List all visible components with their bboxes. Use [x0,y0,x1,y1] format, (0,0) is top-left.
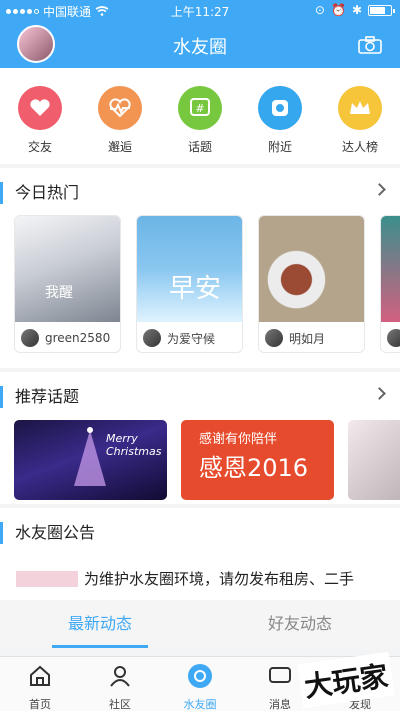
user-avatar [143,329,161,347]
category-label: 附近 [267,140,292,154]
nav-label: 首页 [29,698,51,711]
feed-tabs: 最新动态 好友动态 [0,600,400,650]
user-avatar [387,329,400,347]
hot-card-image: 早安 [137,216,242,322]
hot-card-partial[interactable] [380,215,400,353]
topic-card-subtext: 感谢有你陪伴 [199,432,278,447]
section-title-notice: 水友圈公告 [0,522,95,544]
hot-card-meta: 为爱守候 [137,322,242,352]
lock-rotation-icon: ⊙ [314,3,325,17]
hot-card[interactable]: 明如月 [258,215,365,353]
location-icon [258,86,302,130]
image-overlay-text: 我醒 [45,285,73,301]
pulse-heart-icon [98,86,142,130]
nav-home[interactable]: 首页 [0,657,80,711]
hot-card-meta: green2580 [15,322,120,352]
svg-text:#: # [195,102,204,115]
bluetooth-icon: ✱ [351,3,362,17]
notice-highlight [16,570,78,587]
chevron-right-icon[interactable] [373,183,386,196]
hot-card[interactable]: 我醒 green2580 [14,215,121,353]
nav-label: 水友圈 [183,698,217,711]
notice-text: 为维护水友圈环境，请勿发布租房、二手 [84,570,355,588]
category-label: 交友 [27,140,52,154]
top-bar: 中国联通 上午11:27 ⊙ ⏰ ✱ 水友圈 [0,0,400,68]
category-dating[interactable]: 交友 [8,86,72,164]
camera-icon[interactable] [358,36,382,54]
page-title: 水友圈 [173,37,227,58]
nav-community[interactable]: 社区 [80,657,160,711]
user-avatar [265,329,283,347]
battery-icon [368,4,395,16]
username: green2580 [45,331,111,345]
category-topics[interactable]: # 话题 [168,86,232,164]
topic-card-text: 感恩2016 [199,454,309,482]
section-title-topics: 推荐话题 [0,386,79,408]
heart-icon [18,86,62,130]
topic-card[interactable]: 感谢有你陪伴 感恩2016 [181,420,334,500]
category-label: 邂逅 [107,140,132,154]
topic-card[interactable]: Merry Christmas [14,420,167,500]
chevron-right-icon[interactable] [373,387,386,400]
hot-card-image [259,216,364,322]
hot-card-image: 我醒 [15,216,120,322]
message-icon [269,667,291,683]
category-ranking[interactable]: 达人榜 [328,86,392,164]
category-label: 话题 [187,140,212,154]
topic-card-list: Merry Christmas 感谢有你陪伴 感恩2016 [14,420,400,500]
tab-friends[interactable]: 好友动态 [200,600,400,650]
crown-icon [338,86,382,130]
hashtag-icon: # [178,86,222,130]
user-avatar [21,329,39,347]
hot-card-meta [381,322,400,352]
tab-latest[interactable]: 最新动态 [0,600,200,650]
hot-card[interactable]: 早安 为爱守候 [136,215,243,353]
nav-label: 社区 [109,698,131,711]
status-icons: ⊙ ⏰ ✱ [314,3,395,17]
category-nearby[interactable]: 附近 [248,86,312,164]
home-icon [30,665,50,686]
hot-card-image [381,216,400,322]
nav-circle[interactable]: 水友圈 [160,657,240,711]
category-encounter[interactable]: 邂逅 [88,86,152,164]
topic-card-partial[interactable] [348,420,400,500]
hot-card-list: 我醒 green2580 早安 为爱守候 明如月 [14,215,400,353]
topic-card-text: Merry Christmas [106,432,162,458]
community-icon [110,666,130,687]
image-overlay-text: 早安 [169,274,222,304]
circle-icon [188,664,212,688]
notice-content[interactable]: 为维护水友圈环境，请勿发布租房、二手 [16,568,354,589]
alarm-icon: ⏰ [330,3,346,17]
category-label: 达人榜 [341,140,378,154]
username: 为爱守候 [167,331,216,346]
hot-card-meta: 明如月 [259,322,364,352]
hot-section: 今日热门 我醒 green2580 早安 为爱守候 明如月 [0,168,400,368]
section-title-hot: 今日热门 [0,182,79,204]
category-bar: 交友 邂逅 # 话题 附近 达人榜 [0,68,400,164]
topics-section: 推荐话题 Merry Christmas 感谢有你陪伴 感恩2016 [0,372,400,504]
status-bar: 中国联通 上午11:27 ⊙ ⏰ ✱ [0,0,400,22]
username: 明如月 [289,331,326,346]
